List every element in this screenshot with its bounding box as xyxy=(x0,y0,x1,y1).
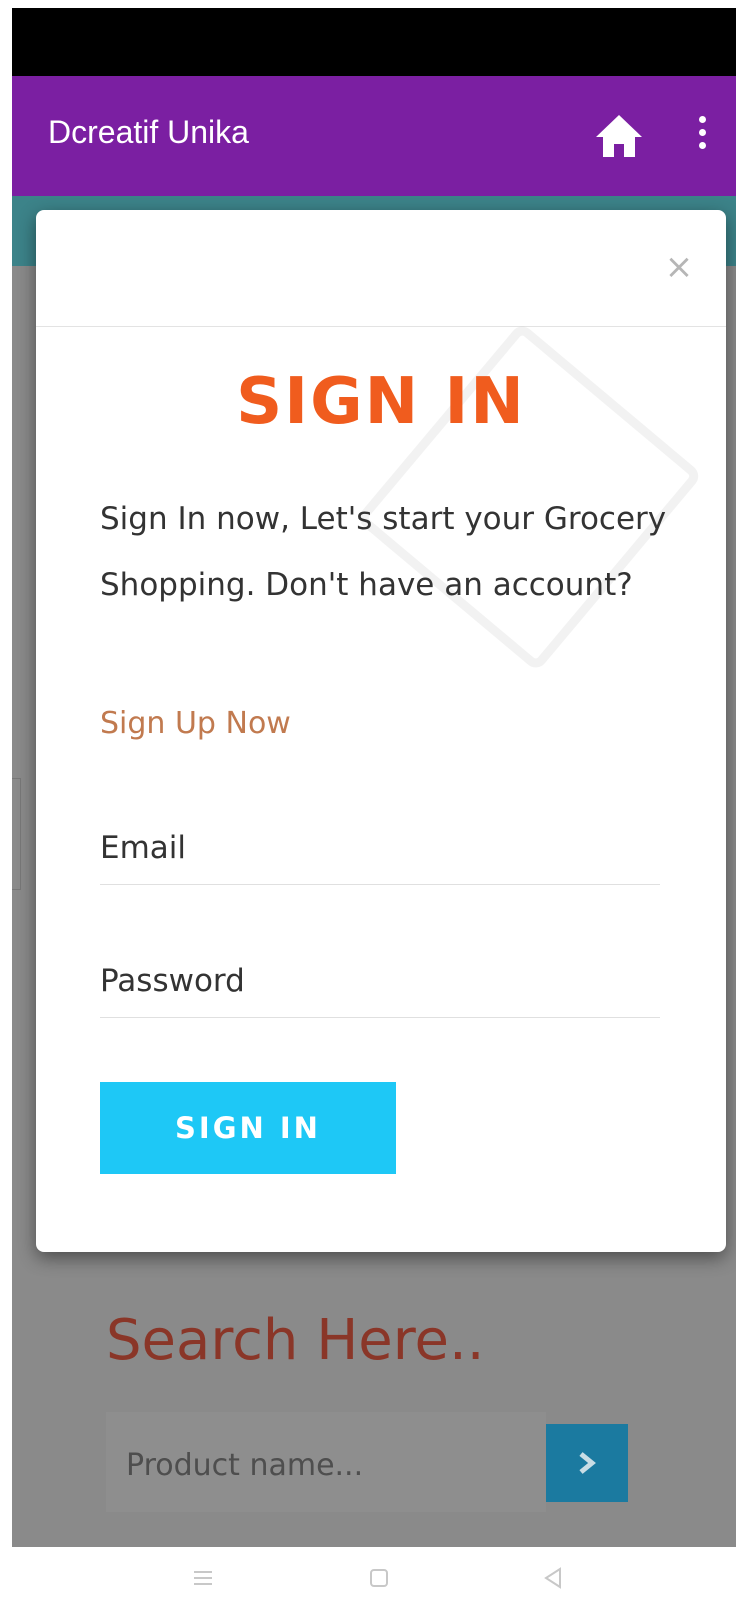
modal-heading: SIGN IN xyxy=(236,365,526,439)
phone-screen: Dcreatif Unika Search Here.. × SIGN IN S… xyxy=(12,8,736,1547)
home-square-icon[interactable] xyxy=(364,1563,394,1593)
signin-button[interactable]: SIGN IN xyxy=(100,1082,396,1174)
close-icon[interactable]: × xyxy=(662,250,696,284)
more-vert-icon[interactable] xyxy=(688,110,716,162)
email-input[interactable] xyxy=(100,818,660,878)
password-input[interactable] xyxy=(100,951,660,1011)
search-input[interactable] xyxy=(124,1442,528,1488)
back-triangle-icon[interactable] xyxy=(538,1563,568,1593)
status-bar xyxy=(12,8,736,76)
app-bar: Dcreatif Unika xyxy=(12,76,736,196)
system-nav-bar xyxy=(0,1547,754,1607)
signin-modal: × SIGN IN Sign In now, Let's start your … xyxy=(36,210,726,1252)
search-go-button[interactable] xyxy=(546,1424,628,1502)
signup-link[interactable]: Sign Up Now xyxy=(100,706,291,741)
search-box xyxy=(106,1412,546,1512)
password-field xyxy=(100,951,660,1018)
modal-divider xyxy=(36,326,726,327)
chevron-right-icon xyxy=(579,1452,596,1474)
modal-description: Sign In now, Let's start your Grocery Sh… xyxy=(100,501,667,603)
menu-icon[interactable] xyxy=(188,1563,218,1593)
app-title: Dcreatif Unika xyxy=(48,114,249,150)
home-icon[interactable] xyxy=(594,113,644,159)
search-title: Search Here.. xyxy=(106,1308,485,1373)
email-field xyxy=(100,818,660,885)
background-card-edge xyxy=(12,778,21,890)
